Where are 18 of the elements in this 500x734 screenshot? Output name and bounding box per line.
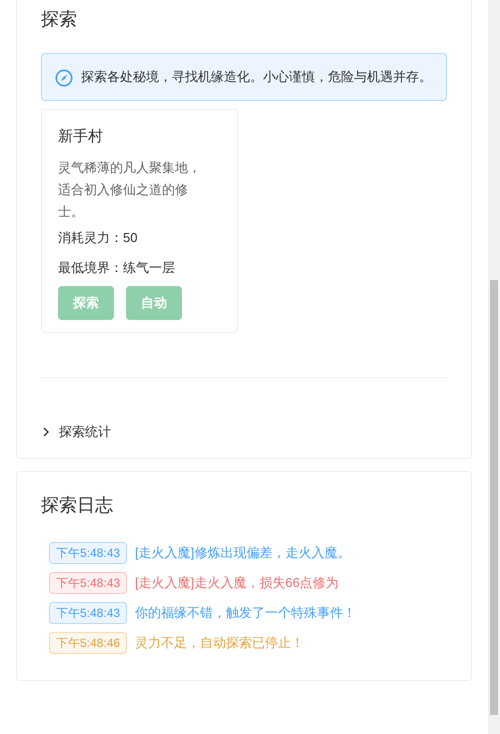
- compass-icon: [55, 69, 73, 87]
- cost-text: 消耗灵力：50: [58, 229, 138, 247]
- log-message: 你的福缘不错，触发了一个特殊事件！: [135, 604, 356, 622]
- panel-title: 探索: [41, 8, 78, 31]
- area-name: 新手村: [58, 127, 104, 147]
- log-message: [走火入魔]修炼出现偏差，走火入魔。: [135, 544, 350, 562]
- time-tag: 下午5:48:43: [49, 572, 128, 594]
- stats-toggle[interactable]: 探索统计: [41, 422, 447, 442]
- time-tag: 下午5:48:43: [49, 602, 128, 624]
- log-message: [走火入魔]走火入魔，损失66点修为: [135, 574, 339, 592]
- notice-text: 探索各处秘境，寻找机缘造化。小心谨慎，危险与机遇并存。: [81, 68, 432, 86]
- time-tag: 下午5:48:46: [49, 632, 128, 654]
- requirement-text: 最低境界：练气一层: [58, 259, 176, 277]
- log-message: 灵力不足，自动探索已停止！: [135, 634, 304, 652]
- chevron-icon: [41, 427, 51, 437]
- area-description: 灵气稀薄的凡人聚集地，适合初入修仙之道的修士。: [58, 159, 202, 221]
- time-tag: 下午5:48:43: [49, 542, 128, 564]
- panel-title: 探索日志: [41, 494, 114, 517]
